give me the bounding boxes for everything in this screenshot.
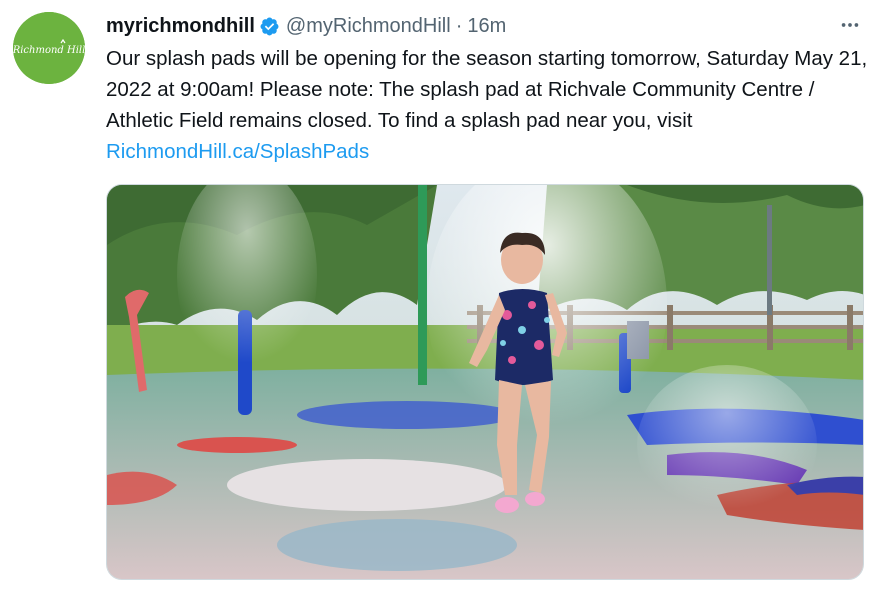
tweet-link[interactable]: RichmondHill.ca/SplashPads xyxy=(106,140,369,163)
author-avatar[interactable]: Richmond Hill xyxy=(13,12,85,84)
more-horizontal-icon xyxy=(841,23,859,27)
richmond-hill-logo: Richmond Hill xyxy=(13,12,85,84)
author-handle[interactable]: @myRichmondHill xyxy=(286,12,451,40)
header-separator: · xyxy=(455,15,463,37)
avatar-logo-text: Richmond Hill xyxy=(13,45,85,56)
tweet-timestamp[interactable]: 16m xyxy=(467,12,506,40)
tweet-text: Our splash pads will be opening for the … xyxy=(106,43,874,167)
splash-pad-photo xyxy=(107,185,863,579)
author-display-name[interactable]: myrichmondhill xyxy=(106,12,255,40)
verified-badge-icon xyxy=(259,16,280,37)
more-options-button[interactable] xyxy=(832,10,868,40)
tweet-body-text: Our splash pads will be opening for the … xyxy=(106,47,868,132)
tweet-media-photo[interactable] xyxy=(106,184,864,580)
tweet[interactable]: Richmond Hill myrichmondhill @myRichmond… xyxy=(0,0,886,590)
tweet-header: myrichmondhill @myRichmondHill · 16m xyxy=(106,12,506,40)
